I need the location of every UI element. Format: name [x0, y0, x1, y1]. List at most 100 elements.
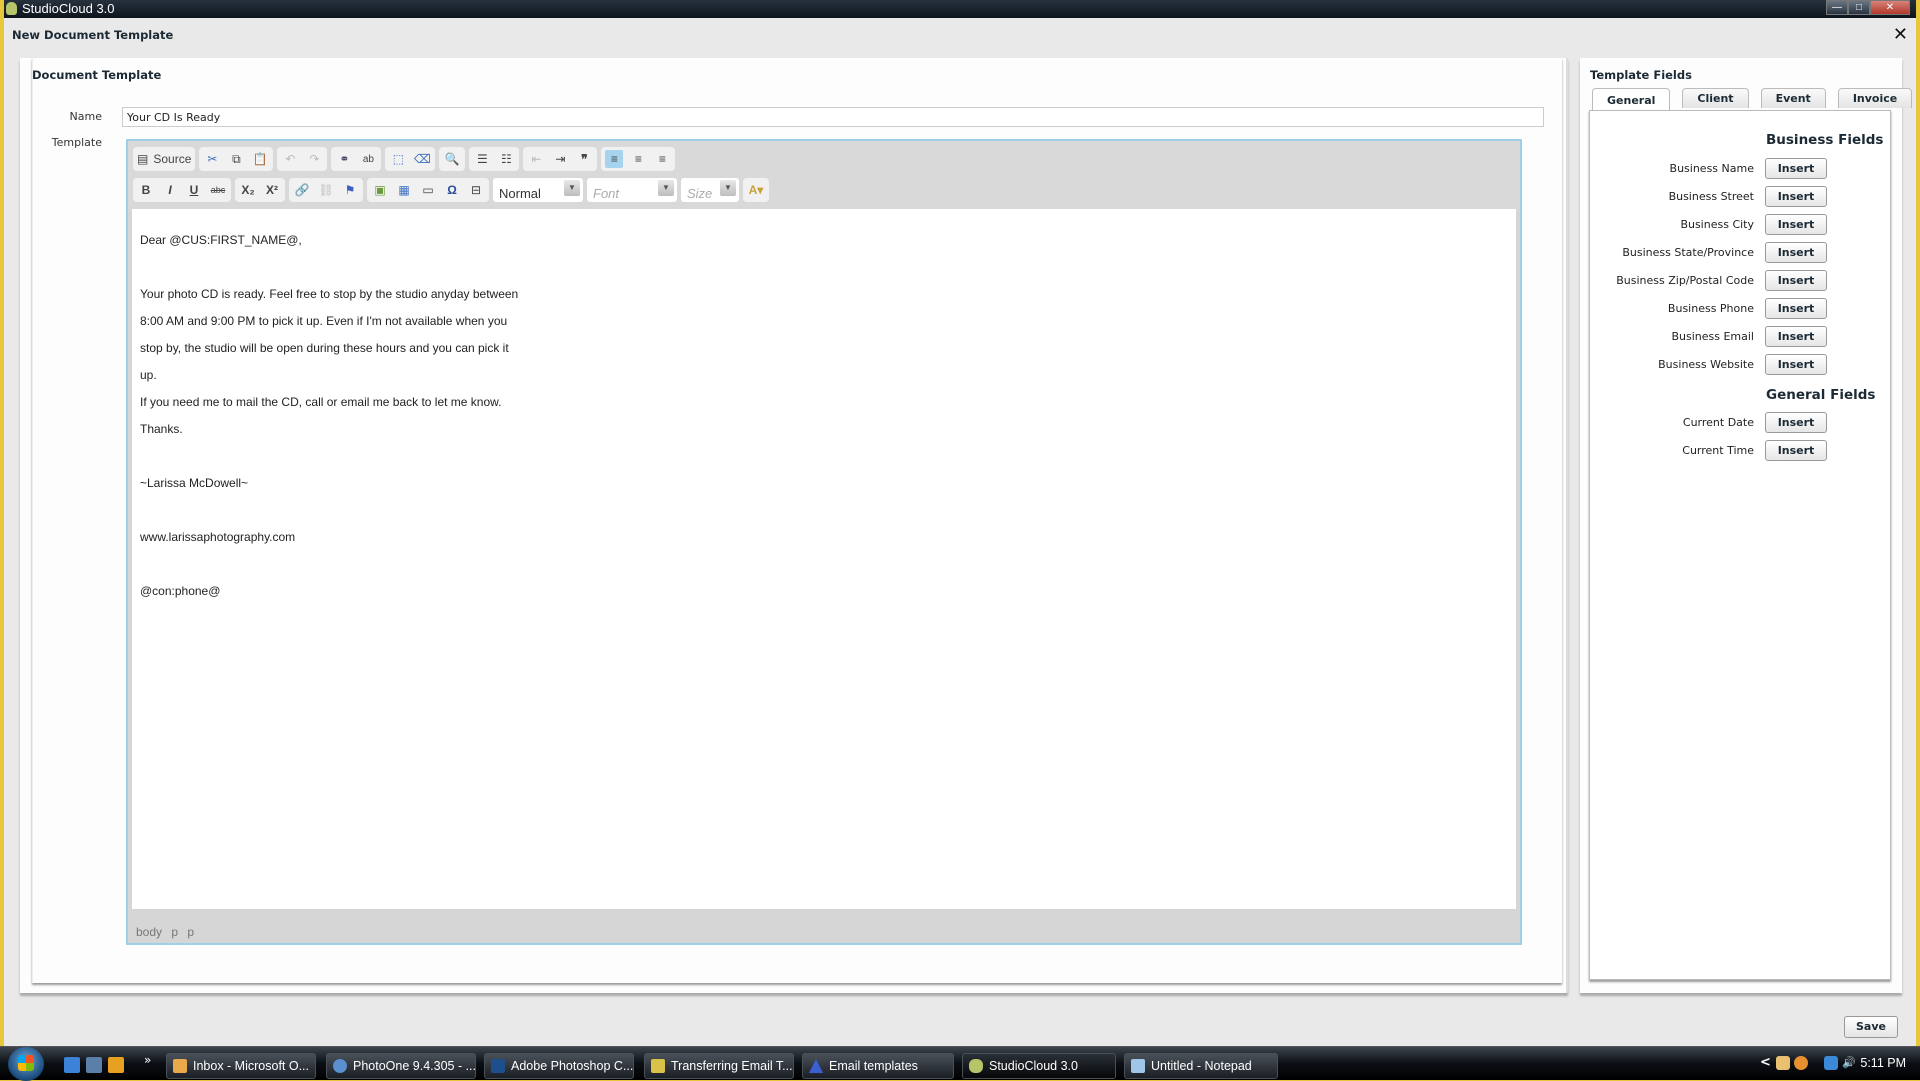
clock[interactable]: 5:11 PM: [1860, 1056, 1906, 1070]
size-select[interactable]: Size ▼: [681, 178, 739, 202]
paste-icon: 📋: [252, 152, 268, 166]
insert-business-phone-button[interactable]: Insert: [1765, 298, 1827, 319]
toolbar-group-basic-styles: B I U abc: [133, 178, 231, 202]
subscript-button[interactable]: X₂: [239, 181, 257, 199]
name-input[interactable]: [122, 107, 1544, 127]
cut-button[interactable]: ✂: [203, 150, 221, 168]
tray-app-icon[interactable]: [1794, 1056, 1808, 1070]
taskbar-item-studiocloud[interactable]: StudioCloud 3.0: [962, 1053, 1116, 1079]
window-titlebar[interactable]: StudioCloud 3.0 — □ ✕: [4, 0, 1916, 18]
bold-button[interactable]: B: [137, 181, 155, 199]
taskbar-item-notepad[interactable]: Untitled - Notepad: [1124, 1053, 1278, 1079]
tray-expand-icon[interactable]: <: [1760, 1055, 1771, 1070]
anchor-button[interactable]: ⚑: [341, 181, 359, 199]
format-select[interactable]: Normal ▼: [493, 178, 583, 202]
content-line: Dear @CUS:FIRST_NAME@,: [140, 233, 302, 247]
undo-icon: ↶: [285, 152, 296, 166]
horizontal-rule-button[interactable]: ▭: [419, 181, 437, 199]
taskbar-item-photoone[interactable]: PhotoOne 9.4.305 - ...: [326, 1053, 476, 1079]
unlink-button[interactable]: ⛓: [317, 181, 335, 199]
find-button[interactable]: ⚭: [335, 150, 353, 168]
tab-invoice[interactable]: Invoice: [1837, 88, 1913, 108]
special-char-button[interactable]: Ω: [443, 181, 461, 199]
bulleted-list-button[interactable]: ☷: [497, 150, 515, 168]
show-desktop-icon[interactable]: [86, 1057, 102, 1073]
subscript-icon: X₂: [241, 183, 255, 197]
font-select[interactable]: Font ▼: [587, 178, 677, 202]
insert-business-email-button[interactable]: Insert: [1765, 326, 1827, 347]
path-element[interactable]: p: [171, 925, 178, 939]
taskbar-item-photoshop[interactable]: Adobe Photoshop C...: [484, 1053, 634, 1079]
editor-content[interactable]: Dear @CUS:FIRST_NAME@, Your photo CD is …: [132, 209, 1516, 909]
text-color-button[interactable]: A▾: [747, 181, 765, 199]
quicklaunch-overflow[interactable]: »: [144, 1053, 151, 1067]
text-color-icon: A▾: [748, 183, 764, 197]
dialog-close-icon[interactable]: ✕: [1893, 24, 1908, 45]
insert-business-city-button[interactable]: Insert: [1765, 214, 1827, 235]
table-button[interactable]: ▦: [395, 181, 413, 199]
remove-format-button[interactable]: ⌫: [413, 150, 431, 168]
insert-business-website-button[interactable]: Insert: [1765, 354, 1827, 375]
blockquote-button[interactable]: ❞: [575, 150, 593, 168]
tab-general[interactable]: General: [1592, 88, 1671, 110]
network-icon[interactable]: [1824, 1056, 1838, 1070]
window-close-button[interactable]: ✕: [1870, 0, 1910, 15]
ordered-list-icon: ☰: [476, 152, 488, 166]
link-button[interactable]: 🔗: [293, 181, 311, 199]
window-title: StudioCloud 3.0: [22, 1, 115, 16]
insert-business-name-button[interactable]: Insert: [1765, 158, 1827, 179]
content-line: stop by, the studio will be open during …: [140, 341, 509, 355]
page-break-button[interactable]: ⊟: [467, 181, 485, 199]
insert-business-zip-button[interactable]: Insert: [1765, 270, 1827, 291]
superscript-button[interactable]: X²: [263, 181, 281, 199]
general-tab-panel: Business Fields Business Name Insert Bus…: [1589, 110, 1891, 980]
align-center-button[interactable]: ≡: [629, 150, 647, 168]
taskbar-item-transferring[interactable]: Transferring Email T...: [644, 1053, 794, 1079]
outdent-button[interactable]: ⇤: [527, 150, 545, 168]
field-label: Business Zip/Postal Code: [1616, 274, 1754, 287]
toolbar-group-links: 🔗 ⛓ ⚑: [289, 178, 363, 202]
replace-button[interactable]: ab: [359, 150, 377, 168]
insert-current-date-button[interactable]: Insert: [1765, 412, 1827, 433]
tray-outlook-icon[interactable]: [1776, 1056, 1790, 1070]
insert-business-street-button[interactable]: Insert: [1765, 186, 1827, 207]
numbered-list-button[interactable]: ☰: [473, 150, 491, 168]
volume-icon[interactable]: 🔊: [1842, 1056, 1856, 1070]
taskbar-item-email-templates[interactable]: Email templates: [802, 1053, 954, 1079]
content-line: 8:00 AM and 9:00 PM to pick it up. Even …: [140, 314, 508, 328]
indent-button[interactable]: ⇥: [551, 150, 569, 168]
copy-button[interactable]: ⧉: [227, 150, 245, 168]
media-player-icon[interactable]: [108, 1057, 124, 1073]
undo-button[interactable]: ↶: [281, 150, 299, 168]
template-fields-tabs: General Client Event Invoice: [1592, 88, 1913, 110]
image-button[interactable]: ▣: [371, 181, 389, 199]
italic-button[interactable]: I: [161, 181, 179, 199]
align-right-button[interactable]: ≡: [653, 150, 671, 168]
internet-explorer-icon[interactable]: [64, 1057, 80, 1073]
field-row-business-street: Business Street Insert: [1590, 186, 1890, 208]
paste-button[interactable]: 📋: [251, 150, 269, 168]
tab-event[interactable]: Event: [1760, 88, 1826, 108]
underline-button[interactable]: U: [185, 181, 203, 199]
redo-button[interactable]: ↷: [305, 150, 323, 168]
preview-button[interactable]: 🔍: [443, 150, 461, 168]
minimize-button[interactable]: —: [1826, 0, 1848, 15]
insert-business-state-button[interactable]: Insert: [1765, 242, 1827, 263]
field-label: Business State/Province: [1622, 246, 1754, 259]
field-label: Current Date: [1682, 416, 1754, 429]
source-button[interactable]: ▤ Source: [137, 150, 191, 168]
tab-client[interactable]: Client: [1682, 88, 1749, 108]
horizontal-rule-icon: ▭: [422, 183, 434, 197]
dialog-title: New Document Template: [12, 28, 174, 42]
select-all-button[interactable]: ⬚: [389, 150, 407, 168]
start-button[interactable]: [8, 1047, 44, 1081]
strikethrough-button[interactable]: abc: [209, 181, 227, 199]
maximize-button[interactable]: □: [1848, 0, 1870, 15]
path-element[interactable]: body: [136, 925, 162, 939]
taskbar-item-outlook[interactable]: Inbox - Microsoft O...: [166, 1053, 316, 1079]
field-row-business-website: Business Website Insert: [1590, 354, 1890, 376]
align-left-button[interactable]: ≡: [605, 150, 624, 168]
save-button[interactable]: Save: [1844, 1016, 1898, 1038]
path-element[interactable]: p: [187, 925, 194, 939]
insert-current-time-button[interactable]: Insert: [1765, 440, 1827, 461]
